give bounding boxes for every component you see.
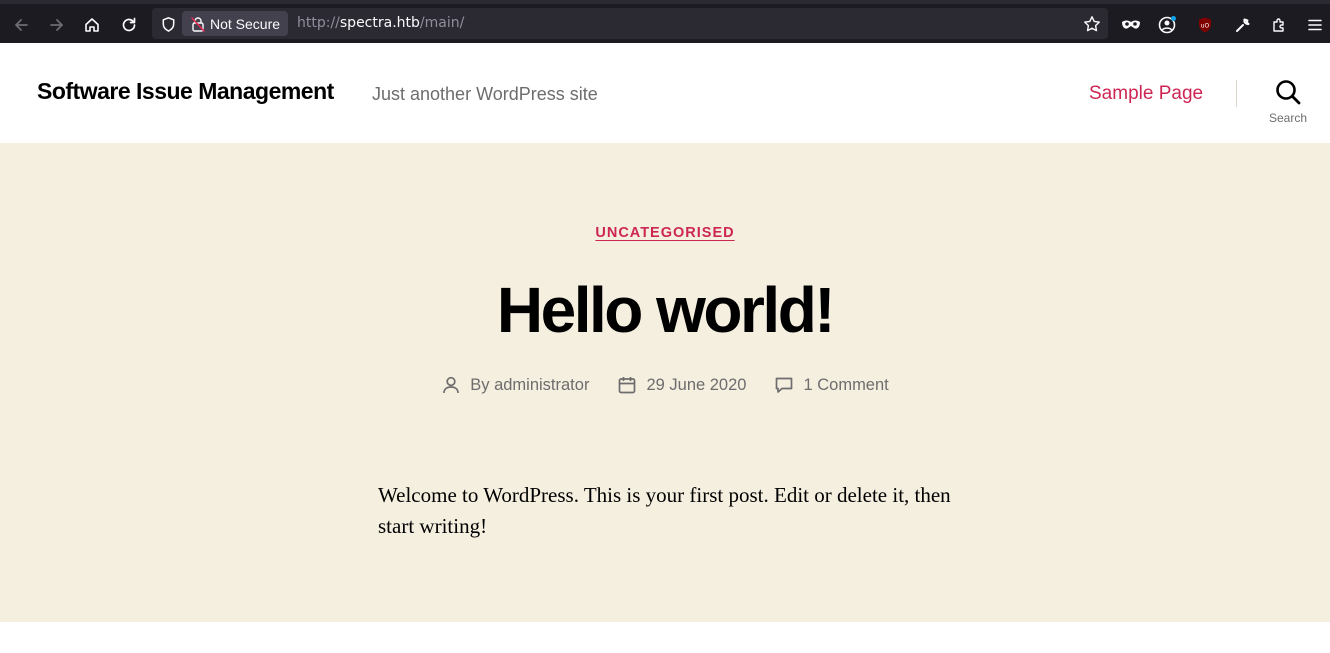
extensions-icon [1273, 18, 1284, 32]
developer-tools-button[interactable] [1230, 12, 1256, 38]
extensions-button[interactable] [1266, 12, 1292, 38]
post-meta: By administrator 29 June 2020 1 Comment [0, 375, 1330, 395]
home-button[interactable] [77, 10, 107, 40]
post-title: Hello world! [496, 274, 836, 346]
site-header: Software Issue Management Just another W… [0, 43, 1330, 143]
url-scheme: http:// [297, 15, 340, 31]
url-text[interactable]: http://spectra.htb/main/ [297, 15, 464, 31]
post-date: 29 June 2020 [617, 375, 746, 395]
search-label: Search [1268, 111, 1308, 125]
reload-button[interactable] [114, 10, 144, 40]
not-secure-label: Not Secure [210, 15, 281, 32]
category-link[interactable]: UNCATEGORISED [595, 225, 734, 241]
back-button[interactable] [6, 10, 36, 40]
menu-icon [1308, 19, 1322, 31]
nav-divider [1236, 80, 1237, 107]
post-content: Welcome to WordPress. This is your first… [378, 483, 951, 538]
account-button[interactable] [1154, 12, 1180, 38]
reload-icon [122, 17, 136, 32]
site-description: Just another WordPress site [372, 84, 598, 104]
tracking-protection-button[interactable] [158, 14, 178, 34]
url-bar[interactable]: Not Secure http://spectra.htb/main/ [152, 8, 1108, 39]
url-host: spectra.htb [339, 15, 420, 31]
post-comments: 1 Comment [774, 375, 889, 395]
ublock-origin-button[interactable]: uO [1192, 12, 1218, 38]
calendar-icon [619, 377, 636, 394]
post-categories: UNCATEGORISED [0, 224, 1330, 242]
private-browsing-button[interactable] [1118, 12, 1144, 38]
ublock-icon: uO [1199, 17, 1211, 33]
bookmark-star-icon [1084, 16, 1100, 32]
site-title-link[interactable]: Software Issue Management [37, 78, 334, 105]
menu-button[interactable] [1302, 12, 1328, 38]
forward-icon [50, 19, 63, 31]
post-entry: UNCATEGORISED Hello world! By administra… [0, 143, 1330, 622]
nav-item-sample-page[interactable]: Sample Page [1089, 83, 1203, 105]
browser-toolbar: Not Secure http://spectra.htb/main/ uO [0, 0, 1330, 43]
back-icon [15, 19, 28, 31]
post-author-link[interactable]: By administrator [470, 376, 589, 395]
post-comments-link[interactable]: 1 Comment [803, 376, 888, 395]
bookmark-button[interactable] [1080, 12, 1104, 36]
svg-text:uO: uO [1201, 23, 1210, 30]
url-path: /main/ [419, 15, 465, 31]
account-icon [1158, 16, 1176, 34]
home-icon [85, 18, 99, 32]
search-toggle-button[interactable]: Search [1262, 79, 1314, 129]
comment-icon [776, 377, 793, 393]
user-icon [443, 376, 460, 394]
post-author: By administrator [441, 375, 589, 395]
post-date-link[interactable]: 29 June 2020 [646, 376, 746, 395]
wrench-icon [1236, 18, 1250, 32]
private-mask-icon [1122, 20, 1140, 29]
site-security-indicator[interactable]: Not Secure [182, 11, 289, 36]
forward-button[interactable] [42, 10, 72, 40]
lock-warning-icon [191, 16, 205, 32]
search-icon [1276, 80, 1301, 105]
shield-icon [162, 16, 174, 32]
